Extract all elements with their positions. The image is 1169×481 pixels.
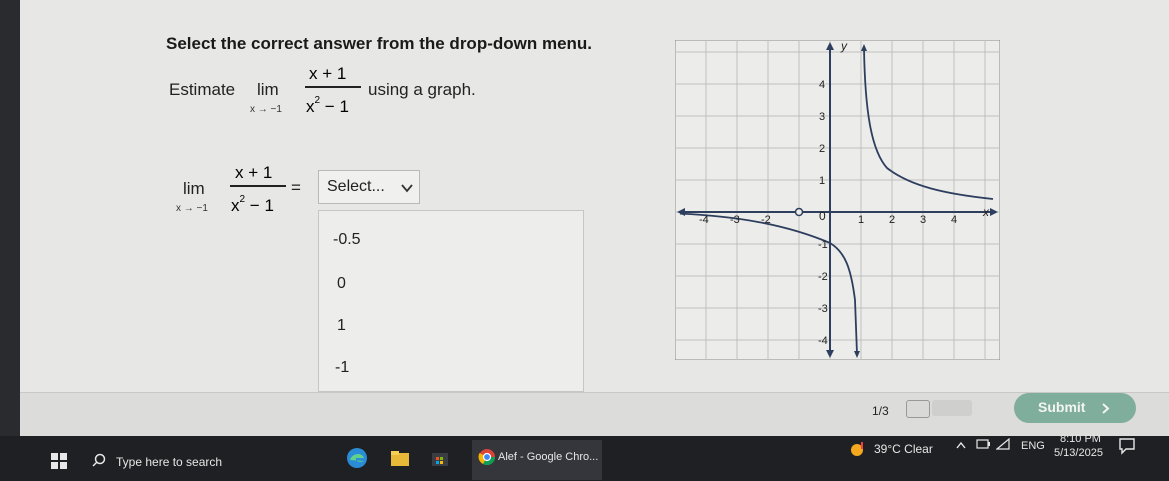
x-tick-label: 2 [889, 214, 895, 226]
select-label: Select... [327, 178, 385, 195]
answer-numerator: x + 1 [235, 163, 273, 182]
y-tick-label: -3 [818, 303, 828, 315]
fraction-bar [305, 86, 361, 88]
windows-start-icon[interactable] [50, 452, 68, 470]
x-tick-label: 3 [920, 214, 926, 226]
edge-browser-icon[interactable] [346, 447, 368, 469]
option-1[interactable]: 1 [337, 317, 346, 335]
answer-lim-word: lim [183, 179, 205, 198]
submit-button[interactable]: Submit [1014, 393, 1136, 423]
clock-time[interactable]: 8:10 PM [1060, 433, 1101, 445]
file-explorer-icon[interactable] [390, 449, 410, 467]
answer-select[interactable]: Select... [318, 170, 420, 204]
option-neg-1[interactable]: -1 [335, 359, 349, 377]
battery-icon[interactable] [976, 438, 990, 450]
lim-subscript: x → −1 [250, 104, 282, 115]
den-base: x [306, 97, 315, 116]
x-tick-label: -3 [730, 214, 740, 226]
clock-date[interactable]: 5/13/2025 [1054, 447, 1103, 459]
lim-word: lim [257, 80, 279, 99]
den-exp: 2 [314, 95, 321, 106]
select-dropdown: -0.5 0 1 -1 [318, 210, 584, 392]
store-icon[interactable] [430, 449, 450, 467]
origin-label: 0 [819, 209, 826, 223]
fraction-denominator: x2 − 1 [306, 95, 349, 117]
page-indicator: 1/3 [872, 404, 889, 418]
answer-den-rest: − 1 [249, 196, 274, 215]
footer-bar [20, 392, 1169, 437]
graph-frame [675, 40, 1000, 360]
chrome-window-label: Alef - Google Chro... [498, 451, 599, 463]
taskbar-search-input[interactable]: Type here to search [116, 455, 222, 469]
answer-den-exp: 2 [239, 194, 246, 205]
y-tick-label: 4 [819, 79, 825, 91]
fraction-numerator: x + 1 [309, 64, 347, 83]
weather-icon[interactable] [848, 440, 870, 458]
x-axis-label: x [982, 205, 990, 219]
instruction-text: Select the correct answer from the drop-… [166, 34, 593, 53]
language-indicator[interactable]: ENG [1021, 440, 1045, 452]
chevron-down-icon [401, 184, 413, 193]
screen: Select the correct answer from the drop-… [0, 0, 1169, 481]
submit-label: Submit [1038, 399, 1086, 415]
answer-den-base: x [231, 196, 240, 215]
y-tick-label: -4 [818, 335, 828, 347]
y-tick-label: 1 [819, 175, 825, 187]
x-tick-label: 1 [858, 214, 864, 226]
x-tick-label: -2 [761, 214, 771, 226]
y-tick-label: 2 [819, 143, 825, 155]
x-tick-label: -4 [699, 214, 709, 226]
option-neg-0-5[interactable]: -0.5 [333, 231, 361, 249]
answer-lim-subscript: x → −1 [176, 203, 208, 214]
y-tick-label: 3 [819, 111, 825, 123]
notification-icon[interactable] [1118, 437, 1136, 455]
network-icon[interactable] [996, 438, 1010, 450]
search-icon [92, 453, 106, 467]
page-dot-3[interactable] [950, 400, 972, 416]
using-graph-text: using a graph. [368, 80, 476, 99]
chevron-right-icon [1102, 403, 1110, 414]
y-tick-label: -1 [818, 239, 828, 251]
x-tick-label: 4 [951, 214, 957, 226]
chevron-up-icon[interactable] [956, 441, 966, 449]
estimate-word: Estimate [169, 80, 236, 99]
y-axis-label: y [840, 40, 848, 53]
answer-fraction-bar [230, 185, 286, 187]
chrome-icon [478, 449, 496, 466]
weather-text: 39°C Clear [874, 442, 933, 456]
answer-denominator: x2 − 1 [231, 194, 274, 216]
equals-sign: = [291, 178, 301, 197]
hole-point [794, 207, 804, 217]
den-rest: − 1 [324, 97, 349, 116]
page-dot-1[interactable] [906, 400, 930, 418]
option-0[interactable]: 0 [337, 275, 346, 293]
function-graph: -4 -3 -2 1 2 3 4 4 3 2 1 -1 -2 -3 -4 y x 0 [675, 40, 1000, 360]
y-tick-label: -2 [818, 271, 828, 283]
